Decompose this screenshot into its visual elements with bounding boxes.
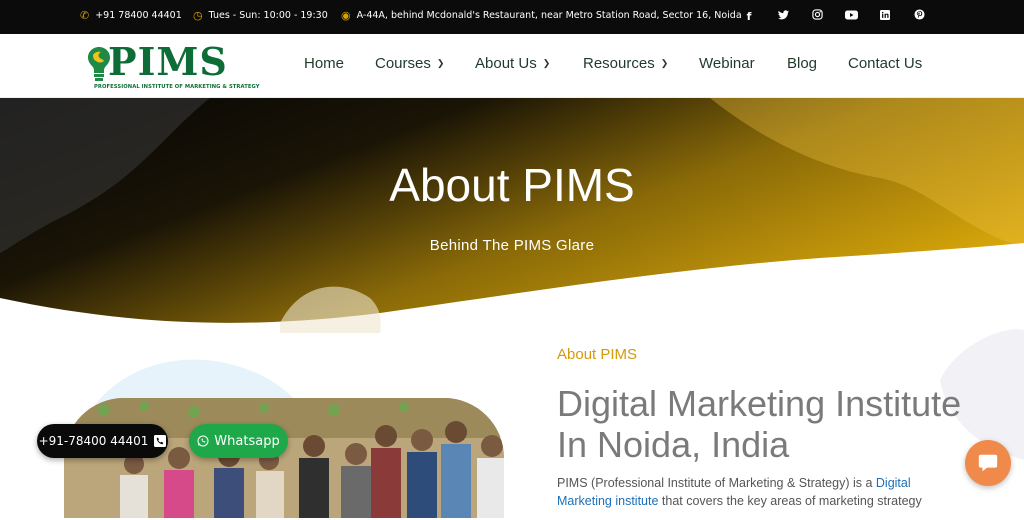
- instagram-icon[interactable]: [800, 9, 834, 25]
- hero-background: [0, 98, 1024, 333]
- chat-widget-button[interactable]: [965, 440, 1011, 486]
- logo-wordmark: PIMS: [108, 39, 228, 84]
- nav-resources[interactable]: Resources ❯: [583, 55, 668, 72]
- nav-courses[interactable]: Courses ❯: [375, 55, 444, 72]
- pims-logo[interactable]: PIMS PROFESSIONAL INSTITUTE OF MARKETING…: [86, 39, 260, 93]
- nav-webinar[interactable]: Webinar: [699, 55, 755, 72]
- globe-icon: ◉: [341, 9, 351, 22]
- clock-icon: ◷: [193, 9, 203, 22]
- intro-text-end: that covers the key areas of marketing s…: [658, 494, 922, 508]
- section-label: About PIMS: [557, 346, 638, 363]
- hero-banner: About PIMS Behind The PIMS Glare: [0, 98, 1024, 333]
- whatsapp-button[interactable]: Whatsapp: [189, 424, 288, 458]
- phone-icon: ✆: [80, 9, 90, 22]
- youtube-icon[interactable]: [834, 9, 868, 25]
- topbar-hours-text: Tues - Sun: 10:00 - 19:30: [208, 10, 328, 21]
- topbar-address-text: A-44A, behind Mcdonald's Restaurant, nea…: [356, 10, 742, 21]
- chevron-down-icon: ❯: [542, 58, 551, 68]
- hero-title: About PIMS: [389, 159, 635, 211]
- nav-webinar-label: Webinar: [699, 55, 755, 72]
- pinterest-icon[interactable]: [902, 9, 936, 25]
- team-photo: [64, 398, 504, 518]
- topbar-address: ◉ A-44A, behind Mcdonald's Restaurant, n…: [341, 10, 742, 21]
- nav-contact-us-label: Contact Us: [848, 55, 923, 72]
- main-heading: Digital Marketing Institute In Noida, In…: [557, 383, 962, 465]
- nav-resources-label: Resources: [583, 55, 655, 72]
- whatsapp-icon: [197, 435, 209, 447]
- nav-home[interactable]: Home: [304, 55, 344, 72]
- phone-square-icon: [154, 435, 167, 447]
- hero-subtitle: Behind The PIMS Glare: [429, 237, 595, 254]
- nav-contact-us[interactable]: Contact Us: [848, 55, 922, 72]
- nav-courses-label: Courses: [375, 55, 431, 72]
- logo-tagline: PROFESSIONAL INSTITUTE OF MARKETING & ST…: [94, 84, 260, 90]
- chevron-down-icon: ❯: [660, 58, 669, 68]
- call-button[interactable]: +91-78400 44401: [37, 424, 168, 458]
- chat-bubble-icon: [978, 454, 998, 472]
- chevron-down-icon: ❯: [436, 58, 445, 68]
- nav-about-us-label: About Us: [475, 55, 537, 72]
- nav-blog-label: Blog: [787, 55, 818, 72]
- topbar-hours: ◷ Tues - Sun: 10:00 - 19:30: [193, 10, 328, 21]
- topbar-phone-text: +91 78400 44401: [95, 10, 182, 21]
- intro-paragraph: PIMS (Professional Institute of Marketin…: [557, 474, 957, 510]
- nav-home-label: Home: [304, 55, 345, 72]
- main-navbar: PIMS PROFESSIONAL INSTITUTE OF MARKETING…: [0, 34, 1024, 98]
- team-photo-image: [64, 398, 504, 518]
- linkedin-icon[interactable]: [868, 9, 902, 25]
- whatsapp-button-label: Whatsapp: [214, 433, 280, 449]
- twitter-icon[interactable]: [766, 9, 800, 25]
- topbar-phone[interactable]: ✆ +91 78400 44401: [80, 10, 182, 21]
- call-button-label: +91-78400 44401: [38, 434, 149, 448]
- facebook-icon[interactable]: f: [732, 9, 766, 25]
- nav-blog[interactable]: Blog: [787, 55, 817, 72]
- social-links: f: [732, 9, 936, 25]
- top-bar: ✆ +91 78400 44401 ◷ Tues - Sun: 10:00 - …: [0, 0, 1024, 34]
- nav-about-us[interactable]: About Us ❯: [475, 55, 550, 72]
- intro-text-start: PIMS (Professional Institute of Marketin…: [557, 476, 876, 490]
